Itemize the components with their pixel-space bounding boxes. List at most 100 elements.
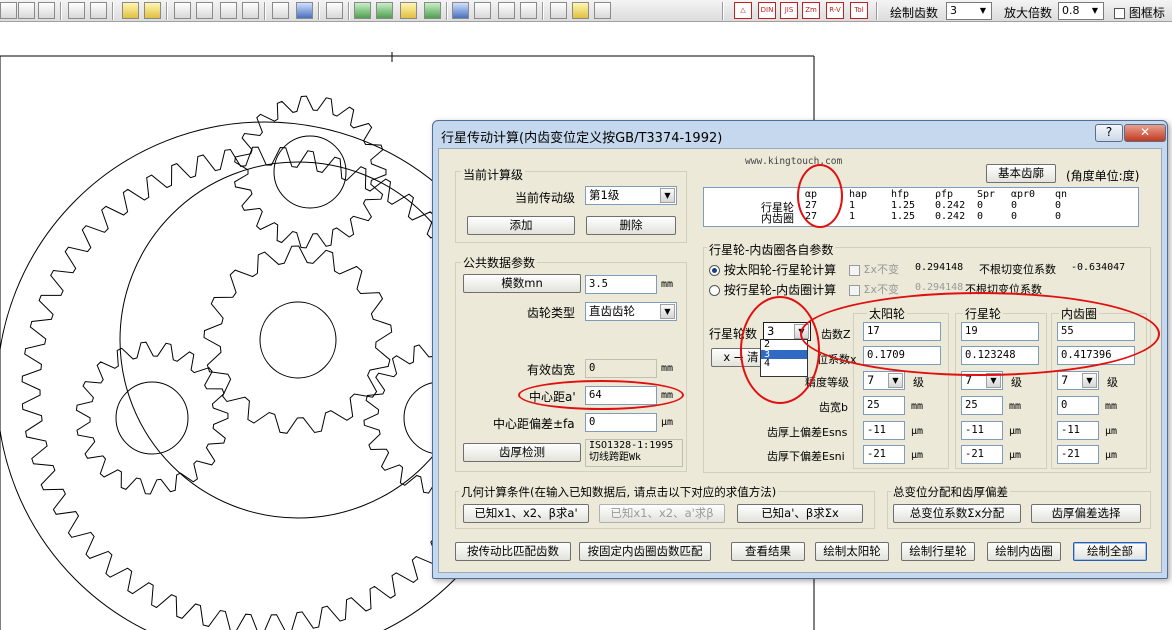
- planet-lower-dev-input[interactable]: -21: [961, 445, 1003, 464]
- standard-jis-button[interactable]: JIS: [780, 2, 798, 19]
- sun-width-input[interactable]: 25: [863, 396, 905, 415]
- sigma-unchanged-2[interactable]: Σx不变: [849, 281, 899, 297]
- export-icon[interactable]: [400, 2, 417, 19]
- stage-select[interactable]: 第1级 ▼: [585, 186, 677, 205]
- page-icon[interactable]: [90, 2, 107, 19]
- gear-icon[interactable]: [498, 2, 515, 19]
- lower-dev-label: 齿厚下偏差Esni: [767, 450, 845, 463]
- delete-stage-button[interactable]: 删除: [586, 216, 676, 235]
- ring-upper-dev-input[interactable]: -11: [1057, 421, 1099, 440]
- planet-shift-input[interactable]: 0.123248: [961, 346, 1039, 365]
- shift-coef-label: 位系数x: [817, 353, 857, 366]
- width-unit: mm: [911, 401, 924, 412]
- copy-icon[interactable]: [68, 2, 85, 19]
- standard-icon-triangle[interactable]: △: [734, 2, 752, 19]
- ring-teeth-input[interactable]: 55: [1057, 322, 1135, 341]
- module-input[interactable]: 3.5: [585, 275, 657, 294]
- draw-sun-button[interactable]: 绘制太阳轮: [815, 542, 889, 561]
- frame-checkbox[interactable]: [1114, 8, 1125, 19]
- ring-width-input[interactable]: 0: [1057, 396, 1099, 415]
- toolbar-separator: [318, 2, 320, 20]
- module-button[interactable]: 模数mn: [463, 274, 581, 293]
- preview-icon[interactable]: [38, 2, 55, 19]
- ring-lower-dev-input[interactable]: -21: [1057, 445, 1099, 464]
- planet-grade-select[interactable]: 7 ▼: [961, 371, 1003, 390]
- toolbar-separator: [542, 2, 544, 20]
- draw-ring-button[interactable]: 绘制内齿圈: [987, 542, 1061, 561]
- standard-din-button[interactable]: DIN: [758, 2, 776, 19]
- window-icon[interactable]: [326, 2, 343, 19]
- standard-zm-button[interactable]: Zm: [802, 2, 820, 19]
- chart-icon[interactable]: [296, 2, 313, 19]
- rack-header-6: qn: [1055, 189, 1068, 200]
- ring-shift-input[interactable]: 0.417396: [1057, 346, 1135, 365]
- sigma-unchanged-2-checkbox[interactable]: [849, 284, 860, 296]
- standard-rv-button[interactable]: R-V: [826, 2, 844, 19]
- sun-teeth-input[interactable]: 17: [863, 322, 941, 341]
- zoom-fit-icon[interactable]: [220, 2, 237, 19]
- zoom-out-icon[interactable]: [196, 2, 213, 19]
- tb-left-edge-icon[interactable]: [0, 2, 17, 19]
- shift-distribution-button[interactable]: 总变位系数Σx分配: [893, 504, 1021, 523]
- planet-upper-dev-input[interactable]: -11: [961, 421, 1003, 440]
- standard-tol-button[interactable]: Tol: [850, 2, 868, 19]
- planet-count-option[interactable]: 4: [761, 359, 807, 369]
- geometry-group-label: 几何计算条件(在输入已知数据后, 请点击以下对应的求值方法): [459, 484, 779, 500]
- gear-type-select[interactable]: 直齿齿轮 ▼: [585, 302, 677, 321]
- sun-shift-input[interactable]: 0.1709: [863, 346, 941, 365]
- print-icon[interactable]: [18, 2, 35, 19]
- sun-lower-dev-input[interactable]: -21: [863, 445, 905, 464]
- list-icon[interactable]: [272, 2, 289, 19]
- draw-all-button[interactable]: 绘制全部: [1073, 542, 1147, 561]
- thickness-dev-select-button[interactable]: 齿厚偏差选择: [1031, 504, 1141, 523]
- save-icon[interactable]: [354, 2, 371, 19]
- radio-planet-ring[interactable]: 按行星轮-内齿圈计算: [709, 281, 836, 298]
- close-button[interactable]: ✕: [1124, 124, 1166, 142]
- info-icon[interactable]: [572, 2, 589, 19]
- radio-sun-planet-dot[interactable]: [709, 265, 720, 276]
- center-dev-input[interactable]: 0: [585, 413, 657, 432]
- no-undercut-2-label: 不根切变位系数: [965, 283, 1042, 296]
- view-results-button[interactable]: 查看结果: [731, 542, 805, 561]
- sigma-unchanged-1-checkbox[interactable]: [849, 264, 860, 276]
- display-icon[interactable]: [452, 2, 469, 19]
- sun-upper-dev-input[interactable]: -11: [863, 421, 905, 440]
- planet-width-input[interactable]: 25: [961, 396, 1003, 415]
- import-icon[interactable]: [424, 2, 441, 19]
- ring-grade-select[interactable]: 7 ▼: [1057, 371, 1099, 390]
- zoom-window-icon[interactable]: [242, 2, 259, 19]
- radio-sun-planet[interactable]: 按太阳轮-行星轮计算: [709, 261, 836, 278]
- teeth-draw-select[interactable]: 3 ▼: [946, 2, 992, 20]
- solve-sum-shift-button[interactable]: 已知a'、β求Σx: [737, 504, 863, 523]
- planet-teeth-input[interactable]: 19: [961, 322, 1039, 341]
- frame-checkbox-wrap[interactable]: 图框标: [1114, 4, 1165, 21]
- edit-icon[interactable]: [122, 2, 139, 19]
- stage-select-value: 第1级: [589, 188, 620, 202]
- match-by-ratio-button[interactable]: 按传动比匹配齿数: [455, 542, 571, 561]
- sun-grade-select[interactable]: 7 ▼: [863, 371, 905, 390]
- add-stage-button[interactable]: 添加: [467, 216, 575, 235]
- match-by-ring-button[interactable]: 按固定内齿圈齿数匹配: [579, 542, 711, 561]
- basic-rack-button[interactable]: 基本齿廓: [986, 164, 1056, 183]
- help-button[interactable]: ?: [1095, 124, 1123, 142]
- open-icon[interactable]: [376, 2, 393, 19]
- tool-icon[interactable]: [474, 2, 491, 19]
- doc-icon[interactable]: [594, 2, 611, 19]
- zoom-in-icon[interactable]: [174, 2, 191, 19]
- draw-planet-button[interactable]: 绘制行星轮: [901, 542, 975, 561]
- radio-planet-ring-dot[interactable]: [709, 285, 720, 296]
- scale-select[interactable]: 0.8 ▼: [1058, 2, 1104, 20]
- grade-unit: 级: [1107, 376, 1118, 389]
- edit-all-icon[interactable]: [144, 2, 161, 19]
- settings-icon[interactable]: [520, 2, 537, 19]
- solve-center-dist-button[interactable]: 已知x1、x2、β求a': [463, 504, 589, 523]
- help-cursor-icon[interactable]: [550, 2, 567, 19]
- center-dist-input[interactable]: 64: [585, 386, 657, 405]
- thickness-check-button[interactable]: 齿厚检测: [463, 443, 581, 462]
- sigma-unchanged-1[interactable]: Σx不变: [849, 261, 899, 277]
- eff-width-input[interactable]: 0: [585, 359, 657, 378]
- micron-unit: μm: [1009, 450, 1022, 461]
- planet-count-dropdown-list[interactable]: 2 3 4: [760, 339, 808, 377]
- planet-grade-value: 7: [965, 373, 973, 387]
- rack-header-4: Spr: [977, 189, 996, 200]
